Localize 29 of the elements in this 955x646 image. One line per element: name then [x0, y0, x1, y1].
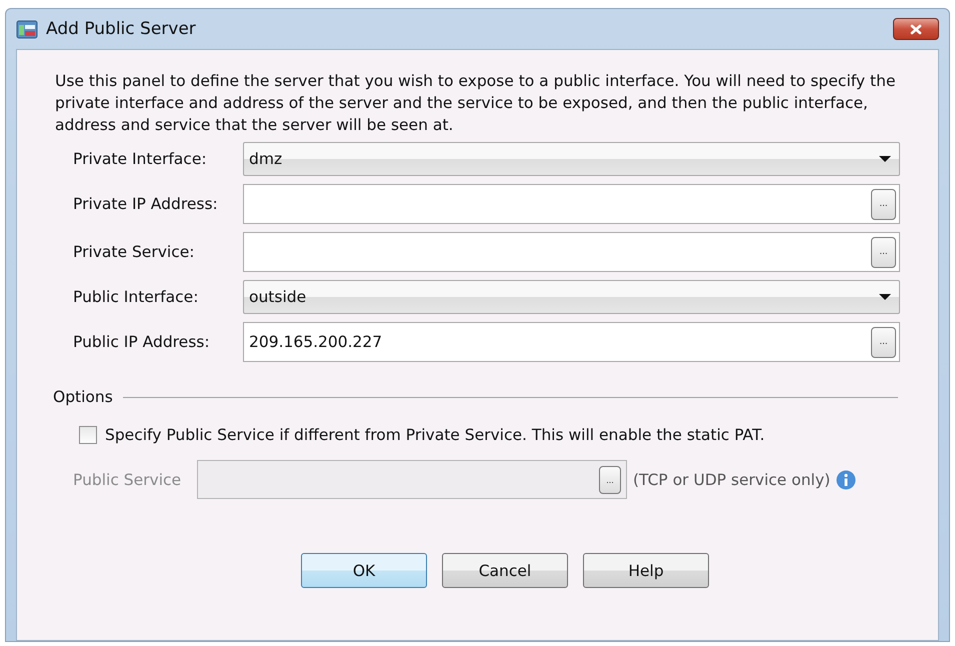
dropdown[interactable]: dmz	[243, 142, 900, 176]
checkbox-label: Specify Public Service if different from Private Service. This will enable the static PAT.	[105, 426, 765, 444]
dialog-button[interactable]: Help	[583, 553, 709, 588]
section-title: Options	[53, 388, 113, 406]
dialog-button[interactable]: Cancel	[442, 553, 568, 588]
description-text: Use this panel to define the server that you wish to expose to a public interface. You will need to specify the private interface and address of the server and the service to be exposed, and then the public interface, address and service that the server will be seen at.	[55, 71, 896, 136]
dropdown-arrow-icon	[879, 294, 891, 300]
field-label: Public Service	[73, 470, 182, 488]
close-button[interactable]	[893, 18, 939, 40]
dropdown[interactable]: outside	[243, 280, 900, 314]
field-label: Private IP Address:	[73, 195, 219, 213]
input-field[interactable]: ...	[243, 232, 900, 272]
checkbox[interactable]	[79, 426, 97, 444]
field-label: Public IP Address:	[73, 333, 211, 351]
browse-button[interactable]: ...	[871, 188, 896, 220]
window-title: Add Public Server	[46, 19, 196, 39]
hint-text: (TCP or UDP service only)	[633, 470, 830, 488]
browse-button[interactable]: ...	[871, 326, 896, 358]
field-label: Private Interface:	[73, 150, 208, 168]
field-label: Private Service:	[73, 243, 196, 261]
server-icon	[16, 18, 38, 40]
dropdown-arrow-icon	[879, 156, 891, 162]
info-icon	[836, 470, 856, 490]
close-icon	[910, 24, 922, 34]
browse-button[interactable]: ...	[871, 236, 896, 268]
input-field[interactable]: 209.165.200.227 ...	[243, 322, 900, 362]
field-label: Public Interface:	[73, 288, 200, 306]
dialog-button[interactable]: OK	[301, 553, 427, 588]
input-field[interactable]: ...	[243, 184, 900, 224]
